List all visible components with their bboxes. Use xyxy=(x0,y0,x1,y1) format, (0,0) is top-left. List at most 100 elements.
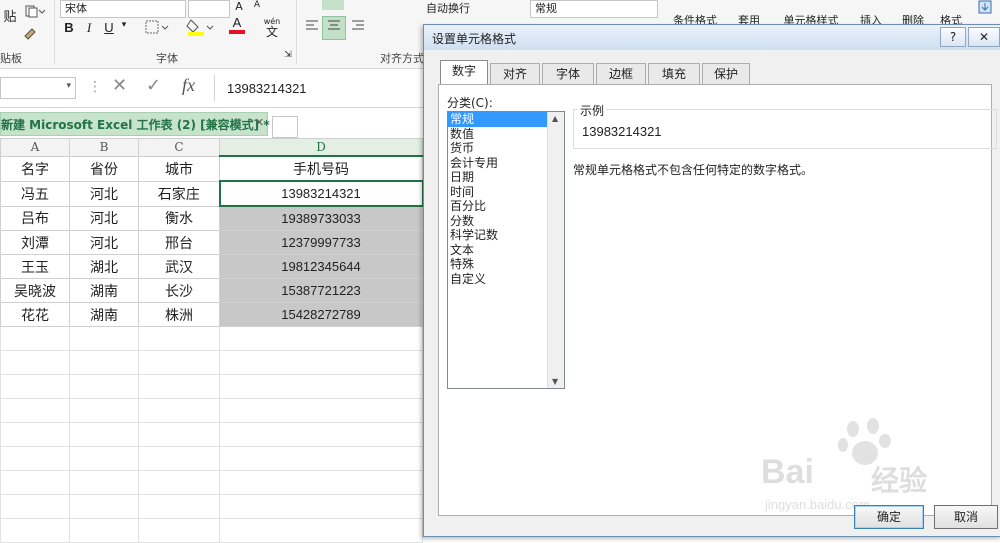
number-format-box[interactable]: 常规 xyxy=(530,0,658,18)
shrink-font-button[interactable]: A xyxy=(250,0,264,10)
cell[interactable]: 石家庄 xyxy=(138,180,220,207)
fill-down-icon[interactable] xyxy=(974,0,996,18)
cell[interactable]: 冯五 xyxy=(0,180,70,207)
align-right-icon[interactable] xyxy=(348,18,368,36)
cell[interactable] xyxy=(138,470,220,495)
cell[interactable] xyxy=(219,374,423,399)
column-header-c[interactable]: C xyxy=(138,138,220,157)
category-scrollbar[interactable]: ▲ ▼ xyxy=(547,112,564,388)
dialog-title-bar[interactable]: 设置单元格格式 ? ✕ xyxy=(424,25,1000,50)
cell[interactable] xyxy=(0,374,70,399)
cell[interactable]: 湖南 xyxy=(69,278,139,303)
scroll-down-icon[interactable]: ▼ xyxy=(552,377,558,386)
cell[interactable]: 邢台 xyxy=(138,230,220,255)
font-name-box[interactable]: 宋体 xyxy=(60,0,186,18)
middle-align-icon[interactable] xyxy=(322,0,344,10)
confirm-entry-icon[interactable]: ✓ xyxy=(146,75,161,96)
cell[interactable] xyxy=(0,446,70,471)
cancel-button[interactable]: 取消 xyxy=(934,505,998,529)
format-painter-icon[interactable] xyxy=(20,24,42,44)
font-color-icon[interactable]: A xyxy=(222,16,252,34)
italic-button[interactable]: I xyxy=(82,20,96,36)
selected-cell[interactable]: 19389733033 xyxy=(219,205,423,231)
wrap-text-button[interactable]: 自动换行 xyxy=(426,0,486,16)
cell[interactable] xyxy=(138,518,220,543)
cell[interactable] xyxy=(0,326,70,351)
copy-icon[interactable] xyxy=(20,4,48,22)
underline-dropdown-icon[interactable]: ▾ xyxy=(118,20,130,30)
cell[interactable] xyxy=(69,494,139,519)
cell[interactable] xyxy=(219,422,423,447)
selected-cell[interactable]: 19812345644 xyxy=(219,254,423,279)
column-header-d[interactable]: D xyxy=(219,138,423,157)
cell[interactable] xyxy=(69,374,139,399)
cell[interactable] xyxy=(219,494,423,519)
cell[interactable] xyxy=(69,422,139,447)
new-tab-button[interactable] xyxy=(272,116,298,138)
tab-protection[interactable]: 保护 xyxy=(702,63,750,84)
close-icon[interactable]: ✕ xyxy=(968,27,1000,47)
insert-function-icon[interactable]: fx xyxy=(182,75,195,96)
cell[interactable] xyxy=(69,398,139,423)
cell[interactable]: 河北 xyxy=(69,230,139,255)
cell[interactable] xyxy=(219,518,423,543)
cell[interactable]: 长沙 xyxy=(138,278,220,303)
tab-alignment[interactable]: 对齐 xyxy=(490,63,540,84)
cell[interactable] xyxy=(0,398,70,423)
cell[interactable]: 省份 xyxy=(69,155,139,182)
active-cell[interactable]: 13983214321 xyxy=(218,180,424,207)
cell[interactable] xyxy=(219,470,423,495)
fill-color-icon[interactable] xyxy=(184,16,218,42)
cell[interactable]: 手机号码 xyxy=(219,155,423,182)
cell[interactable] xyxy=(138,374,220,399)
cell[interactable] xyxy=(69,518,139,543)
cell[interactable]: 武汉 xyxy=(138,254,220,279)
cell[interactable] xyxy=(138,446,220,471)
bold-button[interactable]: B xyxy=(62,20,76,35)
ok-button[interactable]: 确定 xyxy=(854,505,924,529)
phonetic-button[interactable]: wén 文 xyxy=(258,16,286,38)
selected-cell[interactable]: 15387721223 xyxy=(219,278,423,303)
cell[interactable]: 吕布 xyxy=(0,205,70,231)
borders-icon[interactable] xyxy=(142,18,172,40)
cancel-entry-icon[interactable]: ✕ xyxy=(112,75,127,96)
underline-button[interactable]: U xyxy=(102,20,116,35)
paste-button[interactable]: 贴 xyxy=(0,6,20,25)
cell[interactable] xyxy=(0,350,70,375)
cell[interactable] xyxy=(0,518,70,543)
workbook-tab[interactable]: 新建 Microsoft Excel 工作表 (2) [兼容模式] * ✕ xyxy=(0,112,270,136)
cell[interactable]: 王玉 xyxy=(0,254,70,279)
cell[interactable]: 城市 xyxy=(138,155,220,182)
cell[interactable]: 刘潭 xyxy=(0,230,70,255)
cell[interactable]: 名字 xyxy=(0,155,70,182)
help-button[interactable]: ? xyxy=(940,27,966,47)
tab-number[interactable]: 数字 xyxy=(440,60,488,85)
grow-font-button[interactable]: A xyxy=(232,0,246,13)
cell[interactable]: 花花 xyxy=(0,302,70,327)
close-tab-icon[interactable]: ✕ xyxy=(255,116,264,129)
cell[interactable] xyxy=(138,422,220,447)
cell[interactable] xyxy=(219,446,423,471)
cell[interactable] xyxy=(0,422,70,447)
cell[interactable] xyxy=(219,398,423,423)
cell[interactable] xyxy=(69,350,139,375)
cell[interactable] xyxy=(138,494,220,519)
name-box-dropdown-icon[interactable]: ▾ xyxy=(66,81,71,91)
cell[interactable] xyxy=(69,326,139,351)
formula-input[interactable]: 13983214321 xyxy=(214,75,425,101)
cell[interactable]: 河北 xyxy=(69,205,139,231)
cell[interactable] xyxy=(69,470,139,495)
cell[interactable]: 衡水 xyxy=(138,205,220,231)
cell[interactable]: 吴晓波 xyxy=(0,278,70,303)
tab-border[interactable]: 边框 xyxy=(596,63,646,84)
selected-cell[interactable]: 12379997733 xyxy=(219,230,423,255)
column-header-a[interactable]: A xyxy=(0,138,70,157)
tab-font[interactable]: 字体 xyxy=(542,63,594,84)
align-center-icon[interactable] xyxy=(322,16,346,40)
align-left-icon[interactable] xyxy=(302,18,322,36)
cell[interactable] xyxy=(138,398,220,423)
cell[interactable] xyxy=(219,326,423,351)
cell[interactable] xyxy=(0,494,70,519)
cell[interactable] xyxy=(0,470,70,495)
cell[interactable]: 河北 xyxy=(69,180,139,207)
